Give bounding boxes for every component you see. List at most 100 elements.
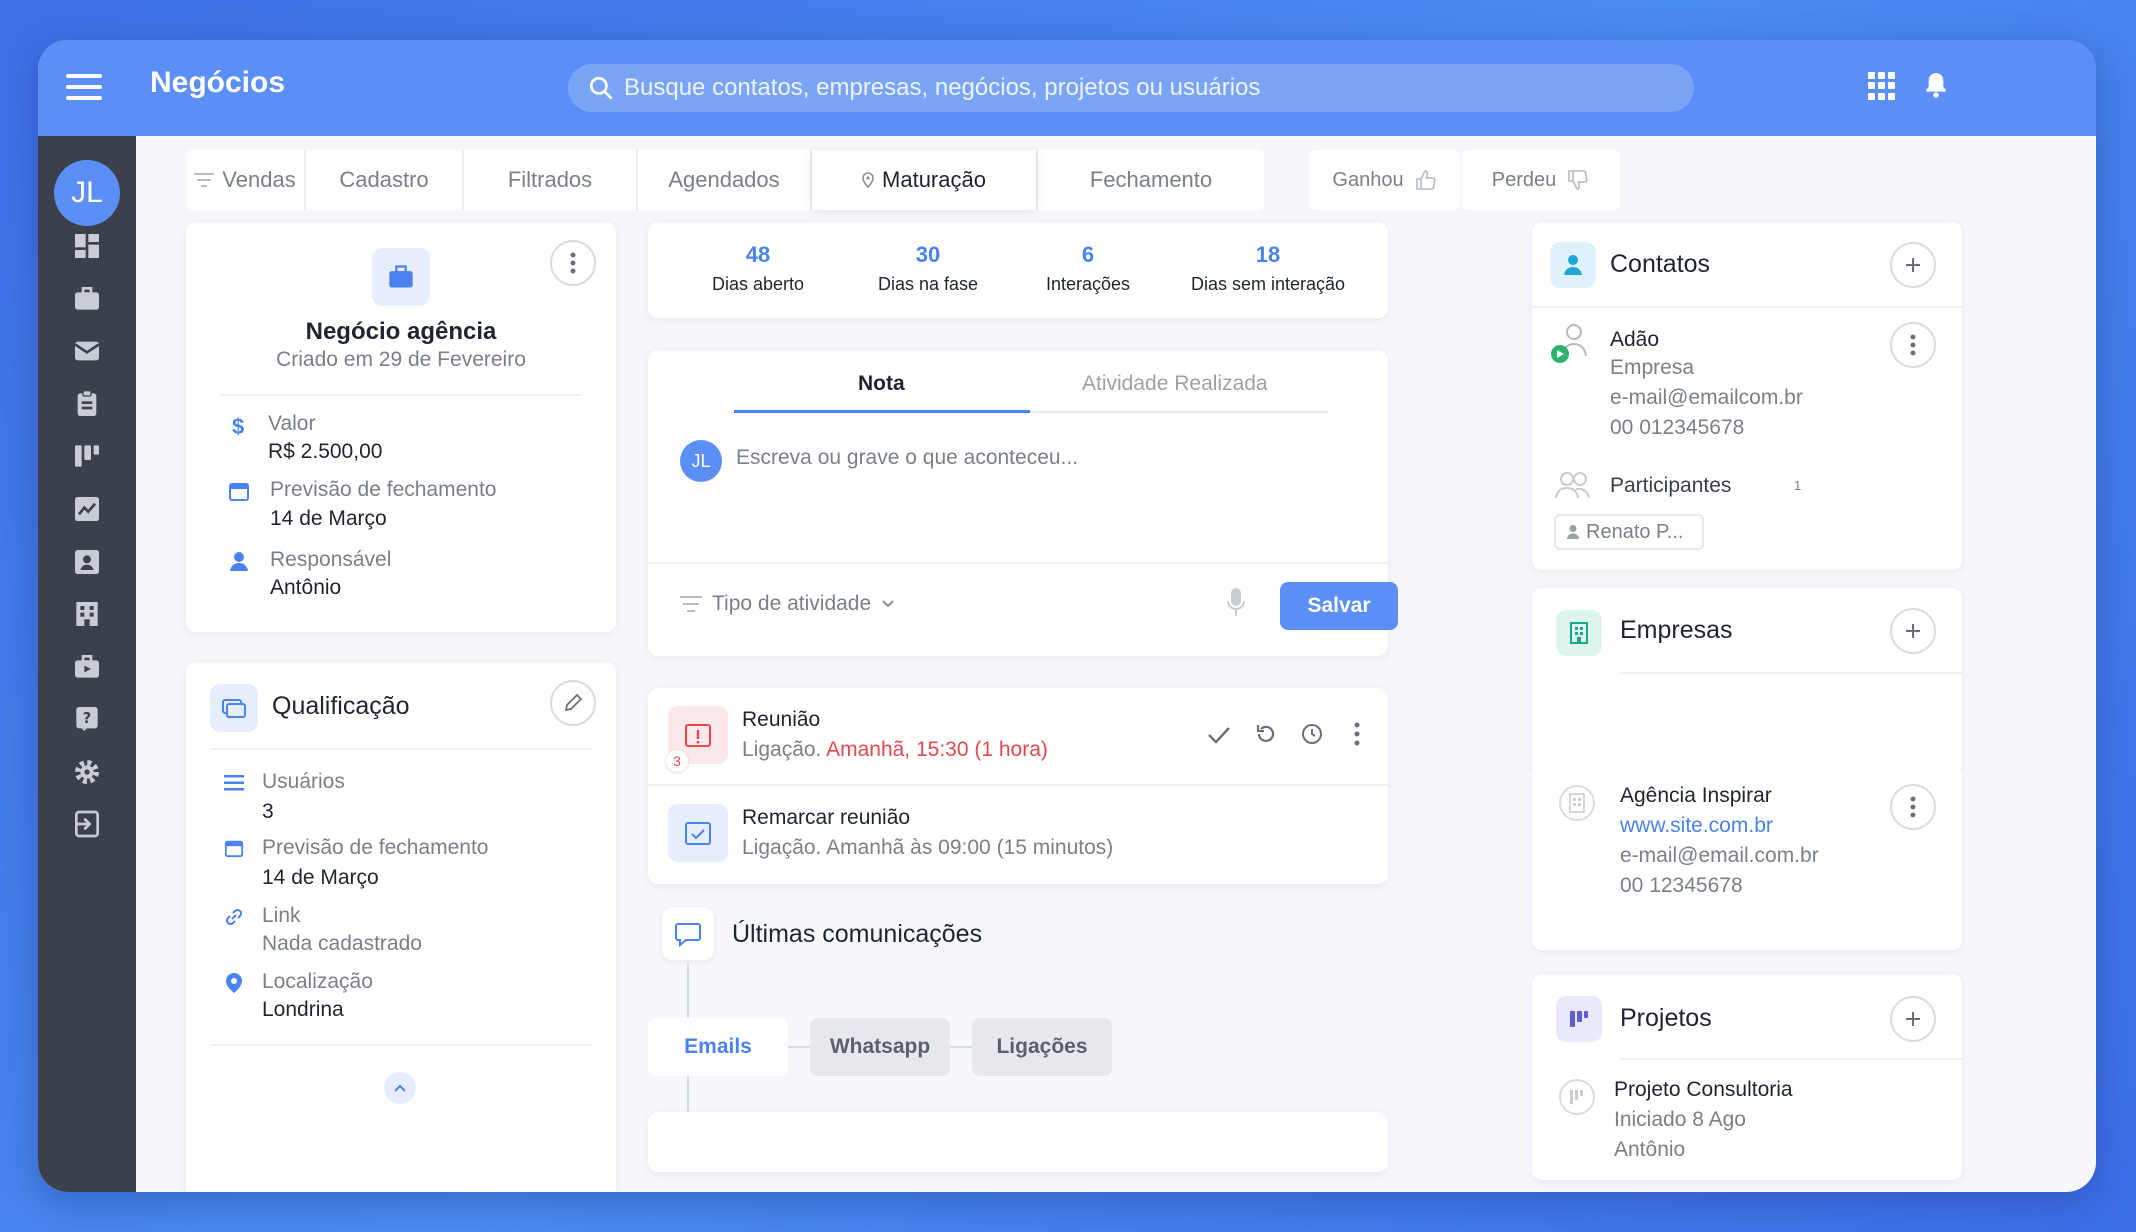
contact-name[interactable]: Adão xyxy=(1610,328,1659,352)
contacts-title: Contatos xyxy=(1610,250,1711,278)
project-owner: Antônio xyxy=(1614,1138,1686,1161)
stage-fechamento[interactable]: Fechamento xyxy=(1038,150,1264,210)
users-label: Usuários xyxy=(262,770,345,793)
plus-icon xyxy=(1906,1012,1920,1026)
contacts-icon-box xyxy=(1550,242,1596,288)
reschedule-icon[interactable] xyxy=(1254,722,1278,746)
check-icon[interactable] xyxy=(1206,724,1232,746)
company-site-link[interactable]: www.site.com.br xyxy=(1620,814,1773,838)
user-icon xyxy=(1564,255,1582,275)
bell-icon[interactable] xyxy=(1920,68,1952,102)
chevron-down-icon xyxy=(882,600,894,608)
company-item[interactable]: Agência Inspirar www.site.com.br e-mail@… xyxy=(1532,774,1962,950)
activity-time: Amanhã, 15:30 xyxy=(826,738,969,761)
page-title: Negócios xyxy=(150,66,286,99)
won-button[interactable]: Ganhou xyxy=(1310,150,1460,210)
deal-more-button[interactable] xyxy=(550,240,596,286)
close-label: Previsão de fechamento xyxy=(262,836,489,859)
project-name: Projeto Consultoria xyxy=(1614,1078,1793,1101)
count-badge: 3 xyxy=(666,750,688,772)
add-company-button[interactable] xyxy=(1890,608,1936,654)
message-icon xyxy=(675,923,701,947)
value: R$ 2.500,00 xyxy=(268,440,383,463)
search-input[interactable]: Busque contatos, empresas, negócios, pro… xyxy=(568,64,1694,112)
help-icon[interactable]: ? xyxy=(71,703,103,735)
tab-whatsapp[interactable]: Whatsapp xyxy=(810,1018,950,1076)
building-icon xyxy=(1570,622,1588,644)
stage-filter[interactable]: Vendas xyxy=(186,150,304,210)
add-contact-button[interactable] xyxy=(1890,242,1936,288)
tab-calls[interactable]: Ligações xyxy=(972,1018,1112,1076)
activity-type-select[interactable]: Tipo de atividade xyxy=(680,592,895,616)
dashboard-icon[interactable] xyxy=(71,230,103,262)
contact-company: Empresa xyxy=(1610,356,1695,379)
company-placeholder-icon xyxy=(1559,785,1595,821)
stat-value: 18 xyxy=(1255,242,1281,267)
tab-activity[interactable]: Atividade Realizada xyxy=(1082,372,1268,396)
stage-cadastro[interactable]: Cadastro xyxy=(306,150,462,210)
briefcase-icon[interactable] xyxy=(71,283,103,315)
tab-emails[interactable]: Emails xyxy=(648,1018,788,1076)
pipeline-stages: Vendas Cadastro Filtrados Agendados Matu… xyxy=(186,150,1294,210)
activity-title: Reunião xyxy=(742,708,821,731)
contact-more-button[interactable] xyxy=(1890,322,1936,368)
mail-icon[interactable] xyxy=(71,335,103,367)
stage-label: Cadastro xyxy=(339,167,429,192)
collapse-button[interactable] xyxy=(384,1072,416,1104)
tab-note[interactable]: Nota xyxy=(858,372,905,396)
activity-type: Ligação. xyxy=(742,836,822,859)
chart-icon[interactable] xyxy=(71,493,103,525)
stage-filtrados[interactable]: Filtrados xyxy=(464,150,636,210)
qualification-title: Qualificação xyxy=(272,692,410,720)
edit-button[interactable] xyxy=(550,680,596,726)
building-icon[interactable] xyxy=(71,598,103,630)
company-more-button[interactable] xyxy=(1890,784,1936,830)
save-button[interactable]: Salvar xyxy=(1280,582,1398,630)
more-vertical-icon xyxy=(1910,334,1916,356)
close-date: 14 de Março xyxy=(262,866,379,889)
projects-card: Projetos Projeto Consultoria Iniciado 8 … xyxy=(1532,974,1962,1180)
companies-card: Empresas xyxy=(1532,588,1962,774)
filter-icon xyxy=(194,173,215,187)
logout-icon[interactable] xyxy=(71,808,103,840)
clipboard-icon[interactable] xyxy=(71,388,103,420)
top-bar: Negócios Busque contatos, empresas, negó… xyxy=(38,40,2096,136)
participant-name: Renato P... xyxy=(1586,520,1684,543)
stage-maturacao[interactable]: Maturação xyxy=(812,150,1036,210)
kanban-icon[interactable] xyxy=(71,440,103,472)
microphone-icon[interactable] xyxy=(1226,586,1246,618)
calendar-check-icon xyxy=(685,822,711,845)
deal-created: Criado em 29 de Fevereiro xyxy=(276,348,526,371)
thumbs-up-icon xyxy=(1415,170,1436,190)
location-pin-icon xyxy=(226,973,242,993)
companies-icon-box xyxy=(1556,610,1602,656)
avatar[interactable]: JL xyxy=(54,160,120,226)
settings-gear-icon[interactable] xyxy=(71,756,103,788)
portfolio-icon[interactable] xyxy=(71,651,103,683)
more-vertical-icon[interactable] xyxy=(1354,722,1360,746)
participant-chip[interactable]: Renato P... xyxy=(1554,514,1704,550)
calendar-icon xyxy=(229,483,249,501)
list-icon xyxy=(224,775,244,791)
note-input[interactable]: Escreva ou grave o que aconteceu... xyxy=(736,446,1078,470)
svg-text:?: ? xyxy=(83,710,92,727)
lost-button[interactable]: Perdeu xyxy=(1462,150,1620,210)
contact-email: e-mail@emailcom.br xyxy=(1610,386,1803,409)
activities-card: 3 Reunião Ligação. Amanhã, 15:30 (1 hora… xyxy=(648,688,1388,884)
note-card: Nota Atividade Realizada JL Escreva ou g… xyxy=(648,350,1398,656)
add-project-button[interactable] xyxy=(1890,996,1936,1042)
menu-icon[interactable] xyxy=(66,74,102,100)
comms-icon-box xyxy=(662,908,714,960)
lost-label: Perdeu xyxy=(1491,168,1557,191)
stage-agendados[interactable]: Agendados xyxy=(638,150,810,210)
company-phone: 00 12345678 xyxy=(1620,874,1743,897)
clock-icon[interactable] xyxy=(1300,722,1324,746)
stat-interactions: 6 Interações xyxy=(1023,242,1153,295)
apps-grid-icon[interactable] xyxy=(1868,72,1896,100)
stage-label: Fechamento xyxy=(1089,167,1213,192)
deal-icon-box xyxy=(372,248,430,306)
chevron-up-icon xyxy=(394,1084,406,1092)
stage-label: Filtrados xyxy=(507,167,593,192)
contact-card-icon[interactable] xyxy=(71,546,103,578)
tab-indicator xyxy=(734,410,1030,413)
